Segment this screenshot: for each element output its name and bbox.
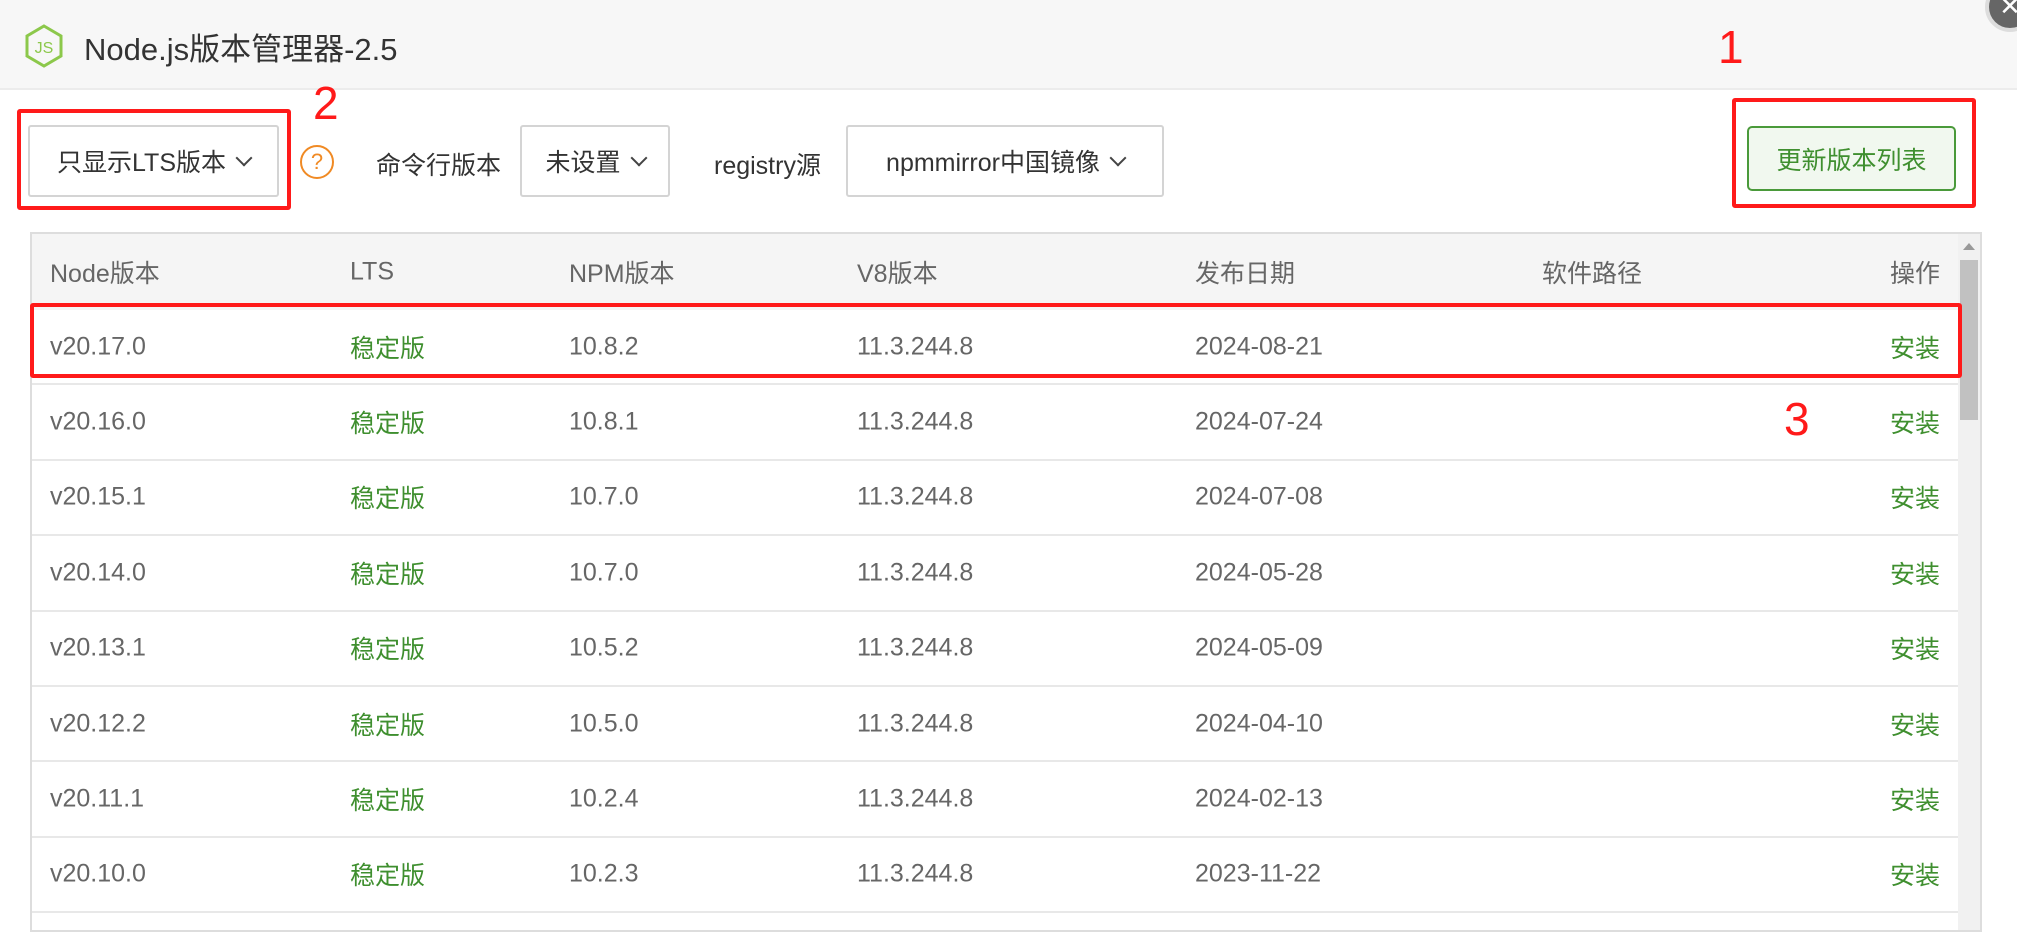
chevron-down-icon xyxy=(1109,149,1127,167)
npm-version: 10.7.0 xyxy=(569,482,639,511)
header-action: 操作 xyxy=(1889,260,1940,288)
install-link[interactable]: 安装 xyxy=(1890,630,1940,666)
install-link[interactable]: 安装 xyxy=(1890,781,1940,817)
lts-status: 稳定版 xyxy=(350,711,426,740)
lts-status: 稳定版 xyxy=(350,485,426,514)
release-date: 2023-11-22 xyxy=(1195,859,1322,888)
node-version: v20.15.1 xyxy=(50,482,146,511)
v8-version: 11.3.244.8 xyxy=(857,709,974,738)
install-link[interactable]: 安装 xyxy=(1890,856,1940,892)
annotation-box-2 xyxy=(17,109,291,210)
node-version: v20.16.0 xyxy=(50,407,146,436)
window-title: Node.js版本管理器-2.5 xyxy=(84,32,398,67)
v8-version: 11.3.244.8 xyxy=(857,784,974,813)
npm-version: 10.5.0 xyxy=(569,709,639,738)
v8-version: 11.3.244.8 xyxy=(857,633,974,662)
npm-version: 10.2.4 xyxy=(569,784,639,813)
table-row: v20.14.0 稳定版 10.7.0 11.3.244.8 2024-05-28 安装 xyxy=(32,536,1980,612)
table-header: Node版本 LTS NPM版本 V8版本 发布日期 软件路径 操作 xyxy=(32,234,1980,310)
registry-label: registry源 xyxy=(714,152,821,180)
lts-status: 稳定版 xyxy=(350,410,426,439)
cli-version-label: 命令行版本 xyxy=(376,152,502,180)
cli-version-select[interactable]: 未设置 xyxy=(520,125,670,197)
title-bar: JS Node.js版本管理器-2.5 ✕ xyxy=(0,0,2017,90)
lts-status: 稳定版 xyxy=(350,636,426,665)
v8-version: 11.3.244.8 xyxy=(857,558,974,587)
header-lts: LTS xyxy=(350,257,394,286)
table-row: v20.11.1 稳定版 10.2.4 11.3.244.8 2024-02-13 安装 xyxy=(32,762,1980,838)
annotation-box-1 xyxy=(1732,98,1976,208)
header-node-version: Node版本 xyxy=(50,260,160,288)
nodejs-logo-icon: JS xyxy=(25,24,63,68)
v8-version: 11.3.244.8 xyxy=(857,859,974,888)
registry-select[interactable]: npmmirror中国镜像 xyxy=(846,125,1164,197)
v8-version: 11.3.244.8 xyxy=(857,482,974,511)
header-release-date: 发布日期 xyxy=(1195,260,1296,288)
cli-version-value: 未设置 xyxy=(545,149,621,177)
header-npm-version: NPM版本 xyxy=(569,260,675,288)
install-link[interactable]: 安装 xyxy=(1890,479,1940,515)
release-date: 2024-02-13 xyxy=(1195,784,1323,813)
table-row: v20.15.1 稳定版 10.7.0 11.3.244.8 2024-07-08 安装 xyxy=(32,461,1980,537)
annotation-box-3 xyxy=(30,303,1962,378)
header-path: 软件路径 xyxy=(1542,260,1643,288)
node-version: v20.13.1 xyxy=(50,633,146,662)
chevron-down-icon xyxy=(630,149,647,167)
table-row: v20.10.0 稳定版 10.2.3 11.3.244.8 2023-11-22 安装 xyxy=(32,838,1980,914)
close-icon[interactable]: ✕ xyxy=(1985,0,2017,32)
npm-version: 10.7.0 xyxy=(569,558,639,587)
table-row: v20.12.2 稳定版 10.5.0 11.3.244.8 2024-04-10 安装 xyxy=(32,687,1980,763)
registry-value: npmmirror中国镜像 xyxy=(886,149,1100,177)
header-v8-version: V8版本 xyxy=(857,260,938,288)
install-link[interactable]: 安装 xyxy=(1890,706,1940,742)
release-date: 2024-07-08 xyxy=(1195,482,1323,511)
node-version: v20.12.2 xyxy=(50,709,146,738)
annotation-number-1: 1 xyxy=(1718,21,1744,73)
release-date: 2024-05-28 xyxy=(1195,558,1323,587)
npm-version: 10.5.2 xyxy=(569,633,639,662)
annotation-number-3: 3 xyxy=(1784,393,1810,445)
lts-status: 稳定版 xyxy=(350,560,426,589)
node-version: v20.11.1 xyxy=(50,784,145,813)
scrollbar-thumb[interactable] xyxy=(1960,260,1978,420)
table-row: v20.16.0 稳定版 10.8.1 11.3.244.8 2024-07-24 安装 xyxy=(32,385,1980,461)
annotation-number-2: 2 xyxy=(313,77,339,129)
npm-version: 10.8.1 xyxy=(569,407,639,436)
help-icon[interactable]: ? xyxy=(300,145,334,179)
lts-status: 稳定版 xyxy=(350,787,426,816)
lts-status: 稳定版 xyxy=(350,862,426,891)
v8-version: 11.3.244.8 xyxy=(857,407,974,436)
release-date: 2024-04-10 xyxy=(1195,709,1323,738)
scroll-up-icon[interactable] xyxy=(1963,243,1975,250)
npm-version: 10.2.3 xyxy=(569,859,639,888)
release-date: 2024-07-24 xyxy=(1195,407,1323,436)
release-date: 2024-05-09 xyxy=(1195,633,1323,662)
install-link[interactable]: 安装 xyxy=(1890,404,1940,440)
svg-text:JS: JS xyxy=(35,40,54,57)
node-version: v20.10.0 xyxy=(50,859,146,888)
table-row: v20.13.1 稳定版 10.5.2 11.3.244.8 2024-05-09 安装 xyxy=(32,612,1980,687)
install-link[interactable]: 安装 xyxy=(1890,555,1940,591)
node-version: v20.14.0 xyxy=(50,558,146,587)
